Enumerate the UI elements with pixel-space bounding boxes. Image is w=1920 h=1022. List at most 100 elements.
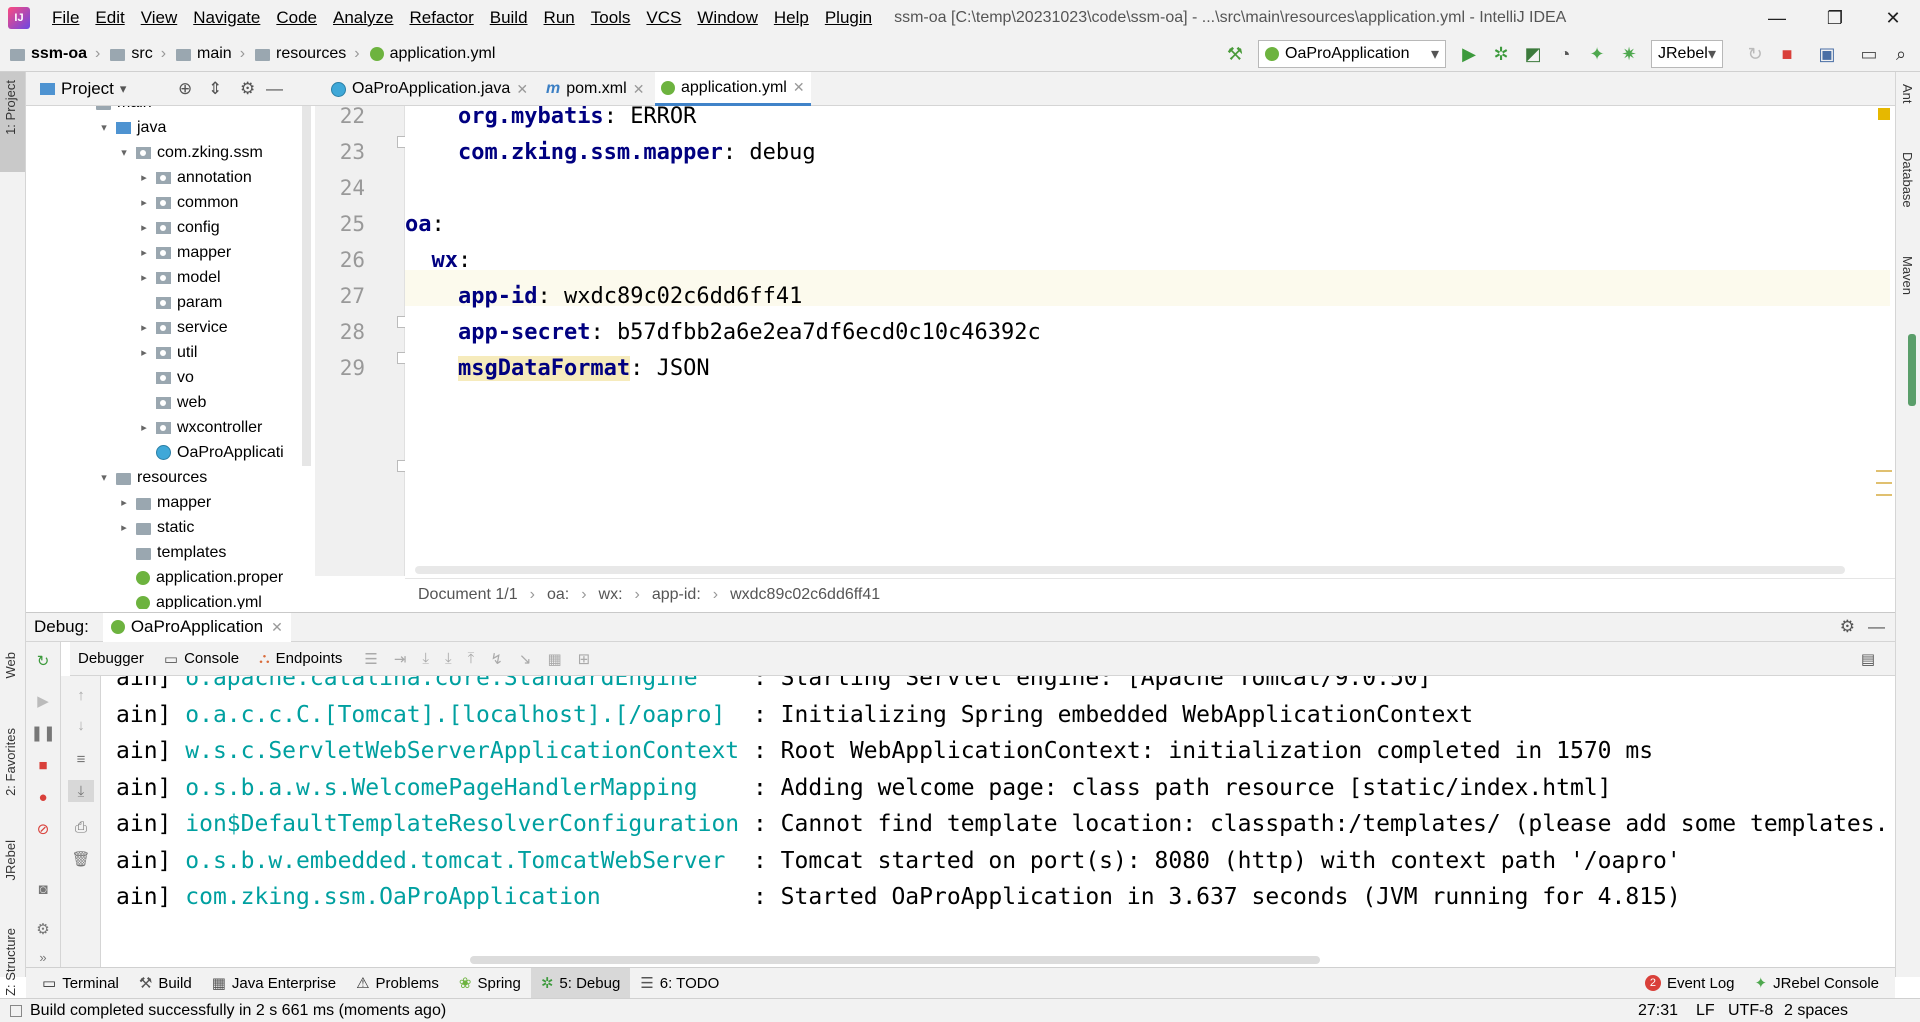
tree-node[interactable]: ▸ util: [136, 340, 197, 365]
file-encoding[interactable]: UTF-8: [1728, 1002, 1773, 1020]
breadcrumb-item[interactable]: src ›: [110, 45, 166, 63]
project-panel-title[interactable]: Project: [61, 79, 114, 99]
expand-arrow-icon[interactable]: ▾: [96, 121, 112, 134]
stripe-web[interactable]: Web: [3, 652, 18, 679]
more-icon[interactable]: »: [32, 946, 54, 968]
drop-frame-icon[interactable]: ↯: [490, 650, 503, 668]
debug-tab-endpoints[interactable]: ⛬ Endpoints: [259, 650, 342, 667]
menu-file[interactable]: File: [44, 8, 87, 28]
expand-arrow-icon[interactable]: ▾: [96, 471, 112, 484]
gear-icon[interactable]: ⚙: [240, 79, 255, 99]
expand-arrow-icon[interactable]: ▸: [116, 521, 132, 534]
debug-config-tab[interactable]: OaProApplication ✕: [102, 612, 291, 642]
run-to-cursor-icon[interactable]: ↘: [519, 650, 532, 668]
expand-arrow-icon[interactable]: ▸: [136, 171, 152, 184]
tree-node[interactable]: ▸ service: [136, 315, 227, 340]
chevron-down-icon[interactable]: ▾: [120, 81, 127, 97]
menu-navigate[interactable]: Navigate: [185, 8, 268, 28]
caret-position[interactable]: 27:31: [1638, 1002, 1678, 1020]
jrebel-console-tab[interactable]: ✦ JRebel Console: [1745, 974, 1895, 993]
menu-build[interactable]: Build: [482, 8, 536, 28]
menu-icon[interactable]: ☰: [364, 650, 377, 668]
stop-icon[interactable]: ■: [32, 754, 54, 776]
tree-node[interactable]: ▾ main: [76, 106, 152, 115]
expand-arrow-icon[interactable]: ▸: [136, 246, 152, 259]
trace-icon[interactable]: ⊞: [578, 650, 591, 668]
close-icon[interactable]: ✕: [793, 79, 805, 96]
tree-node[interactable]: ▾ java: [96, 115, 166, 140]
tree-node[interactable]: param: [136, 290, 222, 315]
step-into-icon[interactable]: ⤓: [445, 650, 452, 667]
collapse-icon[interactable]: ⇕: [208, 79, 222, 99]
editor-tab[interactable]: m pom.xml ✕: [540, 72, 650, 106]
rerun-icon[interactable]: ↻: [1742, 41, 1768, 67]
debug-tab-console[interactable]: ▭ Console: [164, 650, 239, 668]
stripe-project[interactable]: 1: Project: [3, 80, 18, 135]
menu-analyze[interactable]: Analyze: [325, 8, 401, 28]
expand-arrow-icon[interactable]: ▸: [136, 421, 152, 434]
stripe-jrebel[interactable]: JRebel: [3, 840, 18, 880]
tree-node[interactable]: application.yml: [116, 590, 262, 609]
tree-node[interactable]: templates: [116, 540, 226, 565]
tree-node[interactable]: ▸ mapper: [116, 490, 211, 515]
gear-icon[interactable]: ⚙: [1840, 617, 1855, 637]
close-icon[interactable]: ✕: [1864, 0, 1920, 36]
build-hammer-icon[interactable]: ⚒: [1222, 41, 1248, 67]
editor-crumb[interactable]: wx:: [599, 586, 623, 604]
tree-scrollbar[interactable]: [302, 106, 311, 466]
expand-arrow-icon[interactable]: ▸: [136, 346, 152, 359]
menu-edit[interactable]: Edit: [87, 8, 132, 28]
tool-tab-java-enterprise[interactable]: ▦ Java Enterprise: [202, 968, 346, 999]
log-logger-link[interactable]: o.s.b.w.embedded.tomcat.TomcatWebServer: [185, 848, 753, 874]
run-icon[interactable]: ▶: [1456, 41, 1482, 67]
expand-arrow-icon[interactable]: ▸: [116, 496, 132, 509]
stripe-database[interactable]: Database: [1900, 152, 1915, 208]
editor-tab[interactable]: OaProApplication.java ✕: [325, 72, 534, 106]
console-horizontal-scrollbar[interactable]: [470, 956, 1320, 964]
log-logger-link[interactable]: w.s.c.ServletWebServerApplicationContext: [185, 738, 753, 764]
tree-node[interactable]: application.proper: [116, 565, 283, 590]
view-breakpoints-icon[interactable]: ●: [32, 786, 54, 808]
log-logger-link[interactable]: o.a.c.c.C.[Tomcat].[localhost].[/oapro]: [185, 702, 753, 728]
stripe-maven[interactable]: Maven: [1900, 256, 1915, 295]
close-icon[interactable]: ✕: [633, 81, 645, 98]
menu-vcs[interactable]: VCS: [638, 8, 689, 28]
editor-crumb[interactable]: oa:: [547, 586, 569, 604]
log-logger-link[interactable]: o.apache.catalina.core.StandardEngine: [185, 676, 753, 691]
pause-icon[interactable]: ❚❚: [30, 722, 55, 744]
tree-node[interactable]: ▸ common: [136, 190, 238, 215]
show-execution-point-icon[interactable]: ⇥: [394, 650, 407, 668]
menu-refactor[interactable]: Refactor: [401, 8, 481, 28]
rerun-icon[interactable]: ↻: [32, 650, 54, 672]
log-logger-link[interactable]: ion$DefaultTemplateResolverConfiguration: [185, 811, 753, 837]
coverage-icon[interactable]: ◩: [1520, 41, 1546, 67]
toggle-tool-windows-icon[interactable]: [10, 1004, 22, 1017]
log-logger-link[interactable]: o.s.b.a.w.s.WelcomePageHandlerMapping: [185, 775, 753, 801]
stripe-ant[interactable]: Ant: [1900, 84, 1915, 104]
step-out-icon[interactable]: ⤒: [468, 650, 475, 667]
hide-icon[interactable]: —: [1868, 617, 1885, 637]
event-log-tab[interactable]: 2 Event Log: [1635, 975, 1745, 992]
expand-arrow-icon[interactable]: ▾: [116, 146, 132, 159]
tree-node[interactable]: vo: [136, 365, 194, 390]
soft-wrap-icon[interactable]: ≡: [70, 748, 92, 770]
project-structure-icon[interactable]: ▣: [1814, 41, 1840, 67]
tool-tab-todo[interactable]: ☰ 6: TODO: [630, 968, 729, 999]
code-editor[interactable]: org.mybatis: ERROR com.zking.ssm.mapper:…: [405, 106, 1895, 576]
debug-bug-icon[interactable]: ✲: [1488, 41, 1514, 67]
menu-code[interactable]: Code: [268, 8, 325, 28]
editor-crumb[interactable]: wxdc89c02c6dd6ff41: [730, 586, 880, 604]
editor-crumb[interactable]: app-id:: [652, 586, 701, 604]
locate-icon[interactable]: ⊕: [178, 79, 192, 99]
expand-arrow-icon[interactable]: ▸: [136, 271, 152, 284]
breadcrumb-item[interactable]: application.yml: [369, 45, 495, 63]
scroll-to-end-icon[interactable]: ⤓: [68, 780, 94, 802]
trash-icon[interactable]: 🗑: [70, 848, 92, 870]
run-config-combo[interactable]: OaProApplication ▾: [1258, 40, 1446, 68]
jrebel-debug-icon[interactable]: ✷: [1616, 41, 1642, 67]
expand-arrow-icon[interactable]: ▸: [136, 196, 152, 209]
tree-node[interactable]: ▾ resources: [96, 465, 207, 490]
tool-tab-spring[interactable]: ❀ Spring: [449, 968, 531, 999]
indent-setting[interactable]: 2 spaces: [1784, 1002, 1848, 1020]
tree-node[interactable]: ▸ static: [116, 515, 194, 540]
